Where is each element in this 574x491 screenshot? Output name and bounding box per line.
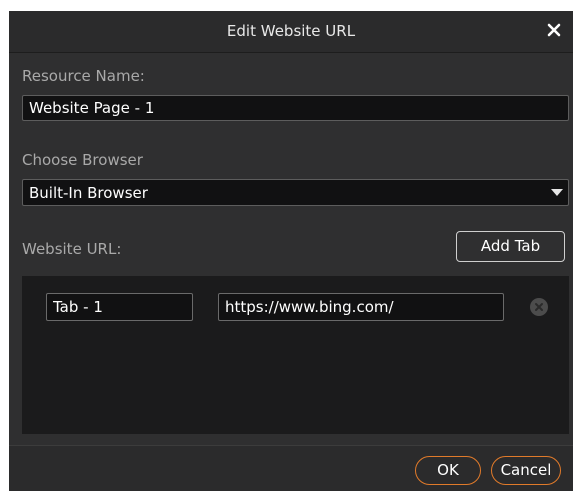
remove-circle-icon bbox=[535, 303, 543, 311]
title-bar: Edit Website URL bbox=[9, 11, 573, 53]
tab-name-input[interactable] bbox=[46, 293, 193, 321]
tabs-panel bbox=[22, 276, 569, 434]
browser-select[interactable]: Built-In Browser bbox=[22, 179, 569, 206]
add-tab-button[interactable]: Add Tab bbox=[456, 231, 565, 262]
website-url-label: Website URL: bbox=[22, 240, 122, 258]
remove-tab-button[interactable] bbox=[530, 298, 548, 316]
cancel-button[interactable]: Cancel bbox=[491, 456, 561, 485]
close-button[interactable] bbox=[543, 19, 565, 41]
resource-name-input[interactable] bbox=[22, 95, 569, 121]
dialog-footer: OK Cancel bbox=[9, 445, 573, 491]
tab-url-input[interactable] bbox=[218, 293, 504, 321]
edit-website-url-dialog: Edit Website URL Resource Name: Choose B… bbox=[9, 11, 573, 491]
choose-browser-label: Choose Browser bbox=[22, 151, 143, 169]
dialog-title: Edit Website URL bbox=[226, 22, 356, 40]
close-icon bbox=[547, 23, 561, 37]
caret-down-icon bbox=[551, 189, 563, 196]
browser-select-value: Built-In Browser bbox=[29, 184, 148, 202]
resource-name-label: Resource Name: bbox=[22, 67, 145, 85]
ok-button[interactable]: OK bbox=[415, 456, 481, 485]
